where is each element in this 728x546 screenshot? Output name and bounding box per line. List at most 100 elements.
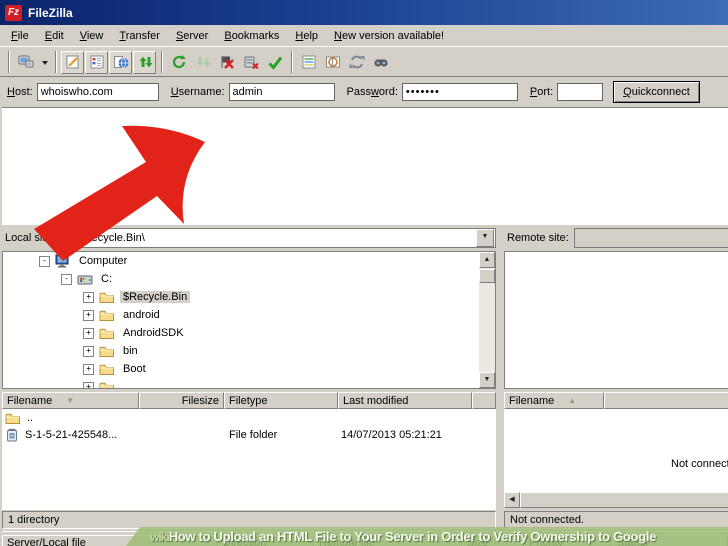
recycle-bin-icon [5,427,19,442]
site-manager-button[interactable] [14,50,38,74]
column-header-filler [472,392,496,409]
toolbar-separator [55,51,57,73]
message-log-pane[interactable] [2,107,728,225]
file-name: .. [27,412,33,424]
toggle-transfer-queue-button[interactable] [133,51,156,74]
toggle-local-tree-button[interactable] [85,51,108,74]
scroll-up-button[interactable]: ▲ [479,252,495,268]
menu-server[interactable]: Server [168,28,216,44]
toolbar-separator [161,51,163,73]
menu-edit[interactable]: Edit [37,28,72,44]
local-file-list[interactable]: .. S-1-5-21-425548... File folder 14/07/… [2,409,496,510]
expand-icon[interactable]: + [83,328,94,339]
tree-item-android[interactable]: + android [3,306,495,324]
folder-icon [99,344,115,358]
column-header-filetype[interactable]: Filetype [224,392,338,409]
collapse-icon[interactable]: - [39,256,50,267]
local-path-value: C:\$Recycle.Bin\ [61,232,476,244]
quickconnect-button[interactable]: Quickconnect [613,81,700,103]
filezilla-logo-icon: Fz [5,5,22,21]
tree-item-c-drive[interactable]: - C: [3,270,495,288]
expand-icon[interactable]: + [83,382,94,390]
tree-item-bin[interactable]: + bin [3,342,495,360]
tree-item-label: android [120,309,163,321]
local-tree-pane[interactable]: - Computer - C: + $Recycle.Bin + android… [2,251,496,389]
toolbar [0,46,728,77]
sort-ascending-icon: ▲ [568,396,576,405]
tree-item-computer[interactable]: - Computer [3,252,495,270]
directory-filter-button[interactable] [297,50,321,74]
column-header-last-modified[interactable]: Last modified [338,392,472,409]
file-row-sid-folder[interactable]: S-1-5-21-425548... File folder 14/07/201… [2,426,496,443]
menu-help[interactable]: Help [287,28,326,44]
tree-item-boot[interactable]: + Boot [3,360,495,378]
remote-list-header: Filename▲ [504,392,728,409]
window-title: FileZilla [28,6,73,20]
local-path-combobox[interactable]: C:\$Recycle.Bin\ ▼ [60,228,496,248]
toggle-remote-tree-button[interactable] [109,51,132,74]
menu-transfer[interactable]: Transfer [111,28,168,44]
tree-item-partial[interactable]: + [3,378,495,389]
folder-icon [99,290,115,304]
process-queue-button[interactable] [191,50,215,74]
remote-status-text: Not connected. [510,514,584,526]
column-header-filename[interactable]: Filename ▼ [2,392,139,409]
file-row-parent-dir[interactable]: .. [2,409,496,426]
find-files-button[interactable] [369,50,393,74]
column-label: Filename [7,395,52,407]
local-site-label: Local site: [5,232,55,244]
menu-file[interactable]: File [3,28,37,44]
scrollbar-thumb[interactable] [520,492,728,508]
folder-icon [5,411,21,425]
remote-status-bar: Not connected. [504,511,728,529]
title-bar[interactable]: Fz FileZilla [0,0,728,25]
watermark-title: How to Upload an HTML File to Your Serve… [169,529,656,544]
disconnect-button[interactable] [239,50,263,74]
directory-comparison-button[interactable] [321,50,345,74]
folder-icon [99,308,115,322]
synchronized-browsing-button[interactable] [345,50,369,74]
watermark-text: wikiHow to Upload an HTML File to Your S… [150,529,656,544]
tree-item-recycle-bin[interactable]: + $Recycle.Bin [3,288,495,306]
local-tree-scrollbar[interactable]: ▲ ▼ [479,252,495,388]
menu-new-version[interactable]: New version available! [326,28,452,44]
expand-icon[interactable]: + [83,292,94,303]
toolbar-separator [291,51,293,73]
remote-file-list[interactable]: Not connected to any server [504,409,728,492]
site-manager-dropdown-button[interactable] [38,50,51,74]
file-type: File folder [224,429,338,441]
refresh-button[interactable] [167,50,191,74]
chevron-down-icon [42,61,48,68]
sort-descending-icon: ▼ [66,396,74,405]
local-panes-icon [89,54,105,70]
remote-tree-pane[interactable] [504,251,728,389]
column-header-filesize[interactable]: Filesize [139,392,224,409]
toggle-message-log-button[interactable] [61,51,84,74]
remote-list-hscrollbar[interactable]: ◀ [504,492,728,508]
expand-icon[interactable]: + [83,310,94,321]
expand-icon[interactable]: + [83,364,94,375]
menu-bookmarks[interactable]: Bookmarks [216,28,287,44]
password-input[interactable] [402,83,518,101]
menu-view[interactable]: View [72,28,112,44]
host-input[interactable] [37,83,159,101]
scrollbar-thumb[interactable] [479,269,495,283]
tree-item-androidsdk[interactable]: + AndroidSDK [3,324,495,342]
refresh-icon [171,54,187,70]
scroll-left-button[interactable]: ◀ [504,492,520,508]
combo-dropdown-button[interactable]: ▼ [476,229,494,247]
expand-icon[interactable]: + [83,346,94,357]
reconnect-button[interactable] [263,50,287,74]
username-input[interactable] [229,83,335,101]
cancel-operation-button[interactable] [215,50,239,74]
port-input[interactable] [557,83,603,101]
toolbar-separator [8,51,10,73]
wikihow-wiki-logo: wiki [150,530,169,544]
scroll-down-button[interactable]: ▼ [479,372,495,388]
column-label: Filesize [182,395,219,407]
file-modified: 14/07/2013 05:21:21 [338,429,472,441]
column-header-filler [604,392,728,409]
column-header-filename[interactable]: Filename▲ [504,392,604,409]
collapse-icon[interactable]: - [61,274,72,285]
local-site-bar: Local site: C:\$Recycle.Bin\ ▼ [2,227,496,249]
